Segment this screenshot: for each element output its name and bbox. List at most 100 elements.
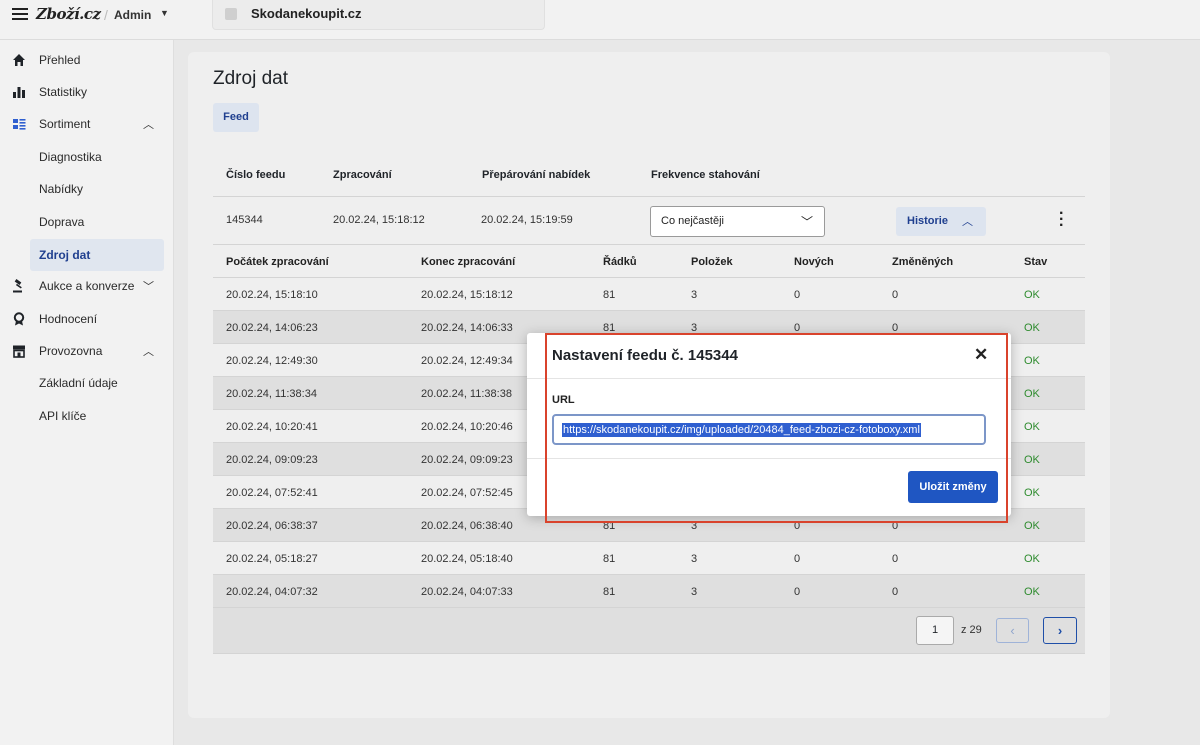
start-time-cell: 20.02.24, 15:18:10 (226, 289, 318, 301)
caret-down-icon[interactable]: ▼ (160, 8, 169, 18)
new-count-cell: 0 (794, 289, 801, 301)
column-header: Řádků (603, 256, 637, 268)
url-input[interactable]: https://skodanekoupit.cz/img/uploaded/20… (552, 414, 986, 445)
page-number-input[interactable]: 1 (916, 616, 954, 645)
history-button-label: Historie (907, 215, 948, 227)
sidebar-item-prehled[interactable]: Přehled (0, 46, 174, 76)
home-icon (12, 53, 26, 67)
start-time-cell: 20.02.24, 12:49:30 (226, 355, 318, 367)
table-row: 20.02.24, 05:18:27 20.02.24, 05:18:40 81 3 0… (213, 542, 1085, 575)
end-time-cell: 20.02.24, 10:20:46 (421, 421, 513, 433)
more-options-icon[interactable]: · · · (1059, 206, 1064, 234)
page-title: Zdroj dat (213, 68, 288, 89)
status-cell: OK (1024, 520, 1040, 532)
changed-count-cell: 0 (892, 520, 899, 532)
chevron-up-icon[interactable]: ︿ (143, 116, 154, 132)
tab-feed[interactable]: Feed (213, 103, 259, 132)
modal-title: Nastavení feedu č. 145344 (552, 347, 738, 364)
sidebar-item-api-klice[interactable]: API klíče (0, 402, 174, 432)
status-cell: OK (1024, 454, 1040, 466)
column-header: Zpracování (333, 169, 392, 181)
changed-count-cell: 0 (892, 289, 899, 301)
sidebar-item-label: Nabídky (39, 182, 84, 196)
start-time-cell: 20.02.24, 07:52:41 (226, 487, 318, 499)
sidebar-item-statistiky[interactable]: Statistiky (0, 78, 174, 108)
items-count-cell: 3 (691, 289, 698, 301)
page-count: z 29 (961, 624, 982, 636)
column-header: Položek (691, 256, 733, 268)
prev-page-button[interactable]: ‹ (996, 618, 1029, 643)
status-cell: OK (1024, 289, 1040, 301)
sidebar-item-provozovna[interactable]: Provozovna ︿ (0, 337, 174, 367)
end-time-cell: 20.02.24, 15:18:12 (421, 289, 513, 301)
table-row: 20.02.24, 04:07:32 20.02.24, 04:07:33 81 3 0… (213, 575, 1085, 608)
next-page-button[interactable]: › (1043, 617, 1077, 644)
feed-row: 145344 20.02.24, 15:18:12 20.02.24, 15:1… (213, 196, 1085, 245)
sidebar-item-label: Statistiky (39, 85, 88, 99)
sidebar-item-nabidky[interactable]: Nabídky (0, 175, 174, 205)
bar-chart-icon (12, 85, 26, 99)
status-cell: OK (1024, 322, 1040, 334)
shop-tab[interactable]: Skodanekoupit.cz (212, 0, 545, 30)
badge-icon (12, 312, 26, 326)
start-time-cell: 20.02.24, 04:07:32 (226, 586, 318, 598)
new-count-cell: 0 (794, 520, 801, 532)
save-button[interactable]: Uložit změny (908, 471, 998, 503)
sidebar-item-hodnoceni[interactable]: Hodnocení (0, 305, 174, 335)
divider (527, 378, 1011, 379)
sidebar-item-label: Aukce a konverze (39, 279, 135, 293)
chevron-up-icon: ︿ (962, 216, 973, 228)
frequency-select[interactable]: Co nejčastěji ﹀ (650, 206, 825, 237)
shop-icon (225, 8, 237, 20)
logo[interactable]: Zboží.cz (36, 5, 101, 23)
account-switcher[interactable]: Admin (114, 8, 151, 22)
sidebar-item-sortiment[interactable]: Sortiment ︿ (0, 110, 174, 140)
url-value: https://skodanekoupit.cz/img/uploaded/20… (562, 423, 921, 437)
start-time-cell: 20.02.24, 14:06:23 (226, 322, 318, 334)
column-header: Nových (794, 256, 834, 268)
history-button[interactable]: Historie ︿ (896, 207, 986, 236)
start-time-cell: 20.02.24, 09:09:23 (226, 454, 318, 466)
start-time-cell: 20.02.24, 11:38:34 (226, 388, 317, 400)
end-time-cell: 20.02.24, 07:52:45 (421, 487, 513, 499)
url-label: URL (552, 394, 575, 406)
end-time-cell: 20.02.24, 06:38:40 (421, 520, 513, 532)
end-time-cell: 20.02.24, 11:38:38 (421, 388, 512, 400)
sidebar-item-label: Provozovna (39, 344, 103, 358)
sidebar-item-label: Zdroj dat (39, 248, 91, 262)
feed-number: 145344 (226, 214, 263, 226)
column-header: Stav (1024, 256, 1048, 268)
end-time-cell: 20.02.24, 05:18:40 (421, 553, 513, 565)
items-count-cell: 3 (691, 520, 698, 532)
sidebar-item-zakladni-udaje[interactable]: Základní údaje (0, 369, 174, 399)
sidebar-item-aukce[interactable]: Aukce a konverze ﹀ (0, 272, 174, 302)
rows-count-cell: 81 (603, 586, 616, 598)
sidebar-item-label: API klíče (39, 409, 87, 423)
shop-name: Skodanekoupit.cz (251, 6, 362, 21)
logo-separator: / (104, 7, 108, 23)
chevron-down-icon[interactable]: ﹀ (143, 278, 154, 294)
status-cell: OK (1024, 421, 1040, 433)
status-cell: OK (1024, 487, 1040, 499)
sidebar-item-diagnostika[interactable]: Diagnostika (0, 143, 174, 173)
items-count-cell: 3 (691, 553, 698, 565)
column-header: Přepárování nabídek (482, 169, 591, 181)
new-count-cell: 0 (794, 586, 801, 598)
feed-processed: 20.02.24, 15:18:12 (333, 214, 425, 226)
close-icon[interactable]: ✕ (974, 345, 988, 365)
status-cell: OK (1024, 553, 1040, 565)
sidebar-item-label: Sortiment (39, 117, 91, 131)
rows-count-cell: 81 (603, 553, 616, 565)
start-time-cell: 20.02.24, 06:38:37 (226, 520, 318, 532)
column-header: Frekvence stahování (651, 169, 760, 181)
history-table-header: Počátek zpracování Konec zpracování Řádk… (213, 245, 1085, 278)
feed-settings-modal: Nastavení feedu č. 145344 ✕ URL https://… (527, 333, 1011, 516)
menu-icon[interactable] (12, 8, 28, 22)
sidebar-item-doprava[interactable]: Doprava (0, 208, 174, 238)
column-header: Číslo feedu (226, 169, 286, 181)
rows-count-cell: 81 (603, 520, 616, 532)
chevron-up-icon[interactable]: ︿ (143, 343, 154, 359)
column-header: Změněných (892, 256, 954, 268)
items-count-cell: 3 (691, 586, 698, 598)
sidebar-item-zdroj-dat[interactable]: Zdroj dat (30, 239, 164, 271)
